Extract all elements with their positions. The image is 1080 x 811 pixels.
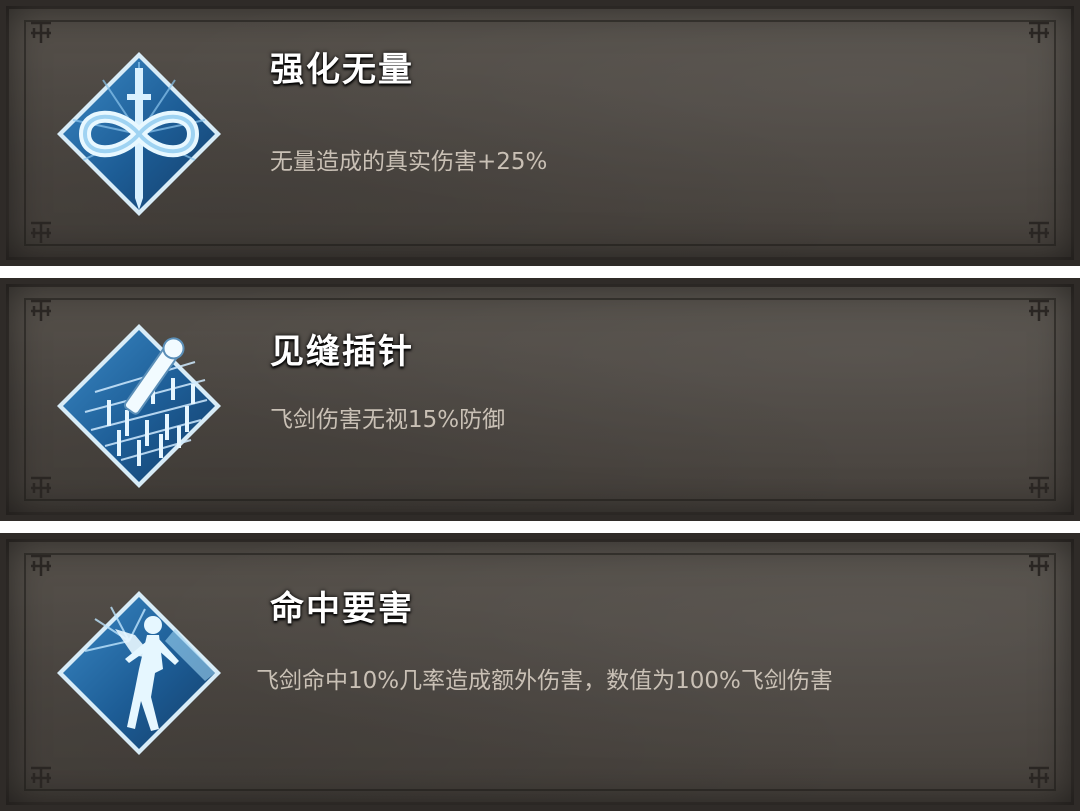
corner-ornament: [1026, 20, 1052, 46]
skill-card: 见缝插针 飞剑伤害无视15%防御: [0, 278, 1080, 521]
corner-ornament: [28, 475, 54, 501]
skill-description: 无量造成的真实伤害+25%: [270, 149, 548, 175]
struck-figure-icon: [55, 589, 223, 757]
corner-ornament: [1026, 765, 1052, 791]
corner-ornament: [1026, 553, 1052, 579]
skill-description: 飞剑命中10%几率造成额外伤害，数值为100%飞剑伤害: [256, 668, 833, 694]
infinity-sword-icon: [55, 50, 223, 218]
corner-ornament: [28, 298, 54, 324]
skill-title: 见缝插针: [270, 332, 414, 372]
skill-card: 命中要害 飞剑命中10%几率造成额外伤害，数值为100%飞剑伤害: [0, 533, 1080, 811]
corner-ornament: [1026, 298, 1052, 324]
skill-title: 强化无量: [270, 50, 414, 90]
corner-ornament: [1026, 475, 1052, 501]
corner-ornament: [28, 20, 54, 46]
corner-ornament: [28, 765, 54, 791]
skill-description: 飞剑伤害无视15%防御: [270, 407, 506, 433]
corner-ornament: [28, 553, 54, 579]
skill-title: 命中要害: [270, 589, 414, 629]
corner-ornament: [28, 220, 54, 246]
sword-grid-icon: [55, 322, 223, 490]
skill-card: 强化无量 无量造成的真实伤害+25%: [0, 0, 1080, 266]
corner-ornament: [1026, 220, 1052, 246]
